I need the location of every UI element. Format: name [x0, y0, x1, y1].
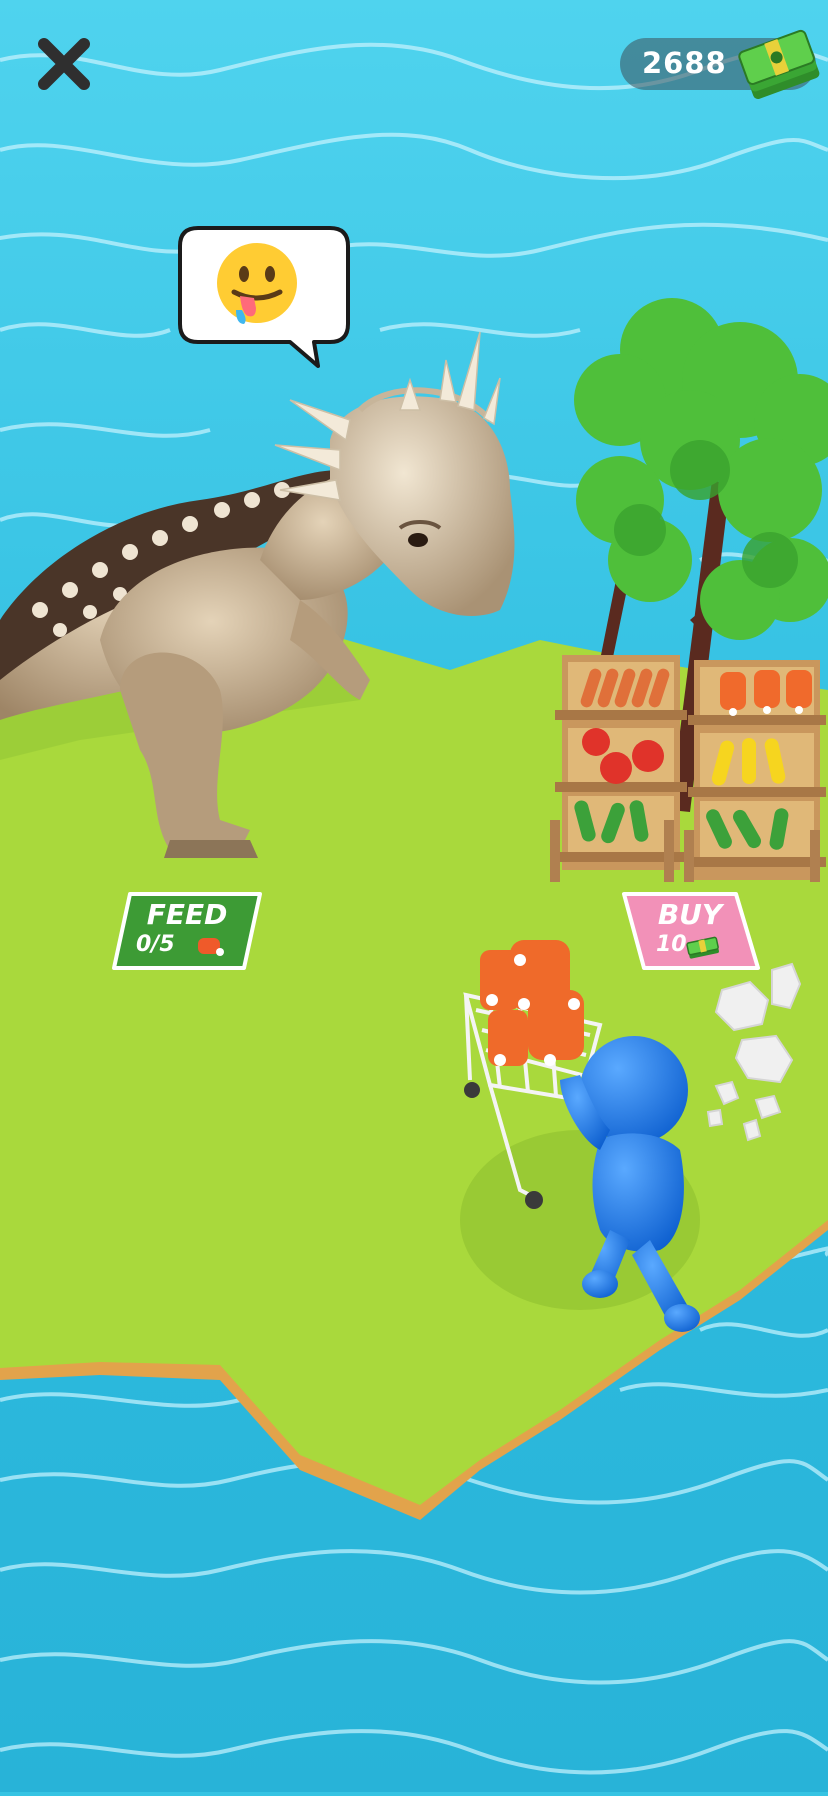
feed-zone-sign[interactable]: FEED 0/5 — [112, 892, 262, 970]
speech-bubble — [176, 226, 352, 372]
game-scene: 2688 FEED 0/5 BUY 10 — [0, 0, 828, 1792]
close-button[interactable] — [34, 34, 94, 94]
feed-title: FEED — [146, 898, 228, 931]
close-x-icon — [38, 38, 90, 90]
feed-progress: 0/5 — [136, 932, 175, 957]
buy-zone-sign[interactable]: BUY 10 — [620, 892, 760, 972]
meat-icon — [198, 938, 224, 956]
money-counter: 2688 — [620, 29, 820, 99]
buy-price: 10 — [656, 932, 687, 957]
drooling-face-emoji — [217, 243, 297, 324]
buy-title: BUY — [657, 898, 723, 931]
money-amount: 2688 — [642, 46, 727, 80]
cash-icon — [686, 936, 719, 959]
cash-stack-icon — [738, 29, 820, 99]
